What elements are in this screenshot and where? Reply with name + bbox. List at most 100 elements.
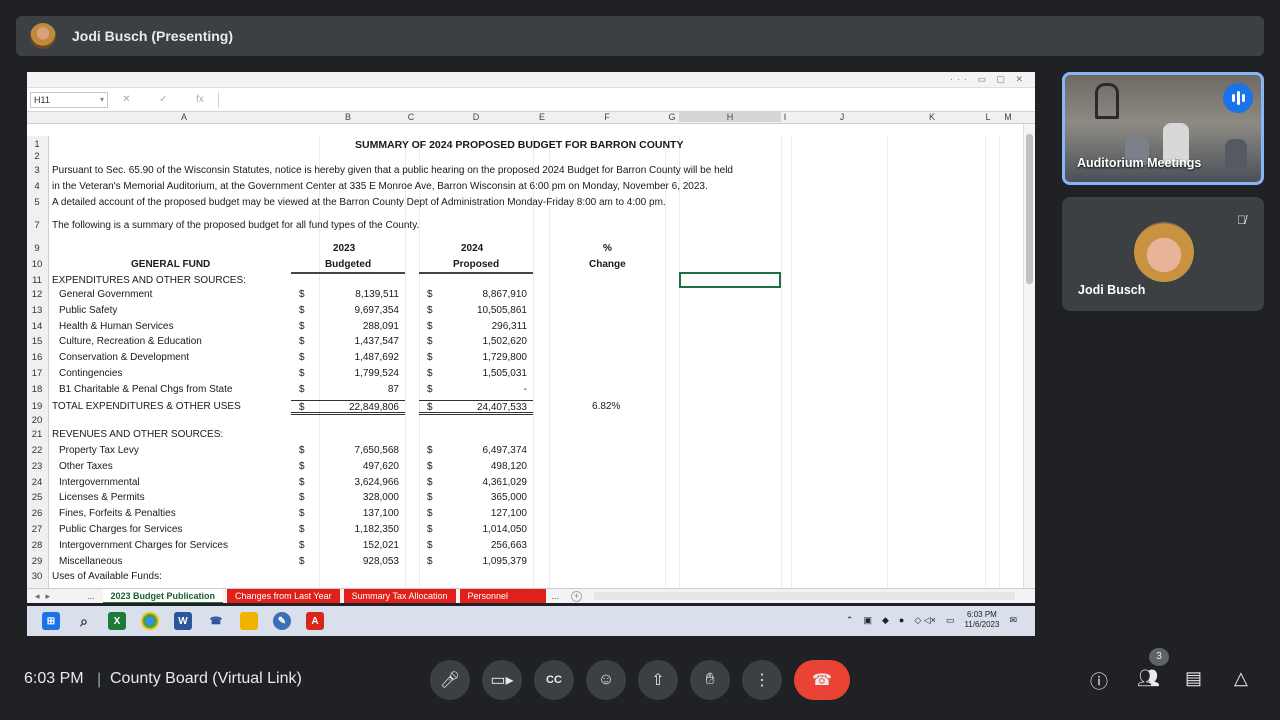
row-number[interactable]: 16	[27, 351, 47, 365]
proposed-value: 365,000	[490, 492, 527, 504]
add-sheet-icon[interactable]: +	[571, 590, 583, 602]
selected-cell-h11[interactable]	[679, 272, 781, 288]
people-icon[interactable]: 👥︎	[1137, 668, 1160, 689]
taskbar-clock[interactable]: 6:03 PM 11/6/2023	[964, 610, 999, 630]
notification-icon[interactable]: ✉	[1009, 615, 1017, 626]
row-number[interactable]: 7	[27, 219, 47, 233]
mic-icon[interactable]: ●	[899, 615, 904, 625]
more-options-button[interactable]: ⋮	[742, 660, 782, 700]
budgeted-value: 8,139,511	[355, 289, 399, 300]
row-number[interactable]: 23	[27, 460, 47, 474]
shield-icon[interactable]: ◆	[882, 615, 889, 626]
chrome-icon[interactable]	[141, 612, 159, 630]
auditorium-tile[interactable]: Auditorium Meetings	[1062, 72, 1264, 185]
col-header-k[interactable]: K	[907, 112, 957, 122]
window-controls[interactable]: ··· ▭ ▢ ✕	[950, 74, 1027, 85]
hangup-button[interactable]: ☎	[794, 660, 850, 700]
row-number[interactable]: 17	[27, 367, 47, 381]
row-number[interactable]: 15	[27, 335, 47, 349]
general-fund-label: GENERAL FUND	[131, 259, 211, 270]
windows-start-icon[interactable]: ⊞	[42, 612, 60, 630]
col-header-f[interactable]: F	[577, 112, 637, 122]
proposed-value: 256,663	[490, 539, 527, 551]
wifi-icon[interactable]: ◇ ◁×	[914, 615, 936, 626]
col-header-l[interactable]: L	[981, 112, 995, 122]
proposed-value: 296,311	[491, 320, 527, 332]
table-row: 24 Intergovernmental $3,624,966 $4,361,029	[27, 476, 1023, 490]
cancel-icon[interactable]: ✕	[122, 94, 130, 105]
row-number[interactable]: 5	[27, 196, 47, 210]
row-number[interactable]: 30	[27, 570, 47, 584]
app-icon[interactable]: ✎	[273, 612, 291, 630]
present-button[interactable]: ⇧	[638, 660, 678, 700]
activities-icon[interactable]: △	[1234, 668, 1248, 689]
row-number[interactable]: 20	[27, 414, 47, 428]
col-header-b[interactable]: B	[319, 112, 377, 122]
row-number[interactable]: 14	[27, 320, 47, 334]
row-number[interactable]: 26	[27, 507, 47, 521]
chat-icon[interactable]: ▤	[1185, 668, 1202, 689]
phone-icon[interactable]: ☎	[207, 612, 225, 630]
camera-button[interactable]: ▭▸	[482, 660, 522, 700]
budgeted-value: 3,624,966	[354, 476, 400, 488]
row-number[interactable]: 11	[27, 274, 47, 288]
tab-more[interactable]: ...	[552, 591, 560, 601]
presenter-avatar	[30, 23, 56, 49]
notice-line-3: A detailed account of the proposed budge…	[52, 197, 666, 208]
battery-icon[interactable]: ▭	[946, 615, 955, 626]
tab-personnel-requests[interactable]: Personnel Requests	[459, 588, 546, 603]
row-number[interactable]: 27	[27, 523, 47, 537]
row-number[interactable]: 10	[27, 258, 47, 272]
row-number[interactable]: 12	[27, 288, 47, 302]
row-number[interactable]: 3	[27, 164, 47, 178]
row-number[interactable]: 22	[27, 444, 47, 458]
check-icon[interactable]: ✓	[159, 94, 167, 105]
search-icon[interactable]: ⌕	[75, 612, 93, 630]
row-number[interactable]: 4	[27, 180, 47, 194]
row-number[interactable]: 18	[27, 383, 47, 397]
folder-icon[interactable]	[240, 612, 258, 630]
fx-icon[interactable]: fx	[196, 94, 204, 105]
row-number[interactable]: 25	[27, 491, 47, 505]
word-icon[interactable]: W	[174, 612, 192, 630]
row-number[interactable]: 28	[27, 539, 47, 553]
formula-input[interactable]	[218, 91, 1021, 108]
tab-summary-tax-allocation[interactable]: Summary Tax Allocation	[343, 588, 456, 603]
tab-2023-budget-publication[interactable]: 2023 Budget Publication	[102, 588, 224, 603]
horizontal-scrollbar[interactable]	[594, 592, 1015, 600]
excel-icon[interactable]: X	[108, 612, 126, 630]
participant-tile[interactable]: 🎙̸ Jodi Busch	[1062, 197, 1264, 311]
row-number[interactable]: 29	[27, 555, 47, 569]
row-number[interactable]: 13	[27, 304, 47, 318]
info-icon[interactable]: ⓘ	[1090, 668, 1108, 694]
dollar-sign: $	[427, 320, 433, 332]
col-header-i[interactable]: I	[777, 112, 793, 122]
scroll-thumb[interactable]	[1026, 134, 1033, 284]
col-header-h[interactable]: H	[679, 112, 781, 122]
row-number[interactable]: 2	[27, 150, 47, 164]
col-header-j[interactable]: J	[817, 112, 867, 122]
raise-hand-button[interactable]: ✋︎	[690, 660, 730, 700]
tab-changes-from-last-year[interactable]: Changes from Last Year	[227, 588, 340, 603]
tab-ellipsis[interactable]: ...	[87, 591, 95, 601]
col-header-d[interactable]: D	[447, 112, 505, 122]
col-header-e[interactable]: E	[532, 112, 552, 122]
acrobat-icon[interactable]: A	[306, 612, 324, 630]
tray-app-icon[interactable]: ▣	[863, 615, 872, 626]
chevron-up-icon[interactable]: ⌃	[846, 615, 854, 626]
tab-nav-arrows[interactable]: ◂▸	[27, 591, 87, 602]
row-number[interactable]: 9	[27, 242, 47, 256]
name-box[interactable]: H11	[30, 91, 108, 108]
col-header-a[interactable]: A	[49, 112, 319, 122]
row-number[interactable]: 19	[27, 400, 47, 414]
col-header-c[interactable]: C	[401, 112, 421, 122]
summary-line: The following is a summary of the propos…	[52, 220, 420, 231]
microphone-button[interactable]: 🎤︎	[430, 660, 470, 700]
sheet-grid[interactable]: 1 SUMMARY OF 2024 PROPOSED BUDGET FOR BA…	[27, 136, 1023, 588]
captions-button[interactable]: CC	[534, 660, 574, 700]
row-number[interactable]: 24	[27, 476, 47, 490]
emoji-button[interactable]: ☺	[586, 660, 626, 700]
vertical-scrollbar[interactable]	[1023, 124, 1035, 588]
col-header-m[interactable]: M	[1001, 112, 1015, 122]
row-number[interactable]: 21	[27, 428, 47, 442]
